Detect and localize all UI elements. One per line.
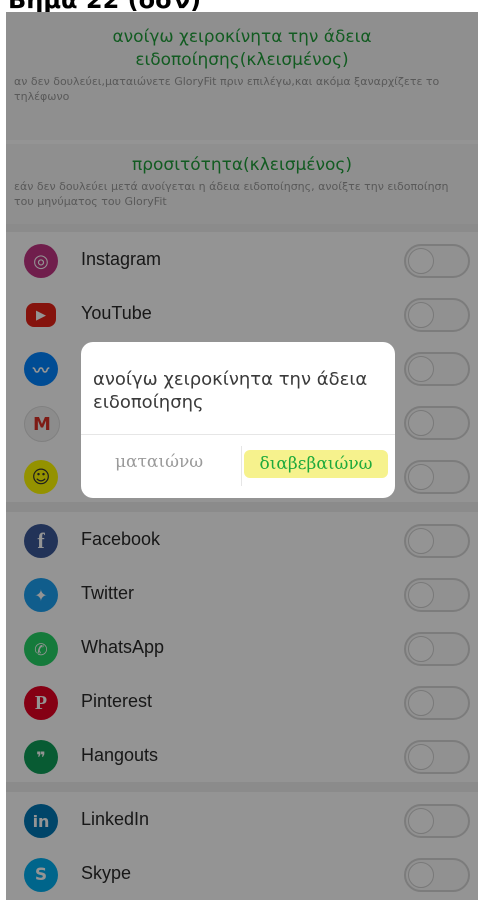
- cancel-button[interactable]: ματαιώνω: [115, 452, 203, 472]
- dialog-button-divider: [241, 446, 242, 486]
- dialog-message: ανοίγω χειροκίνητα την άδεια ειδοποίησης: [93, 369, 368, 413]
- page-title: Βήμα 22 (όσν): [8, 0, 201, 12]
- permission-dialog: ανοίγω χειροκίνητα την άδεια ειδοποίησης…: [81, 342, 395, 498]
- confirm-button[interactable]: διαβεβαιώνω: [244, 450, 388, 478]
- phone-screen: ανοίγω χειροκίνητα την άδεια ειδοποίησης…: [6, 12, 478, 900]
- page-header: Βήμα 22 (όσν): [0, 0, 486, 12]
- dialog-divider: [81, 434, 395, 435]
